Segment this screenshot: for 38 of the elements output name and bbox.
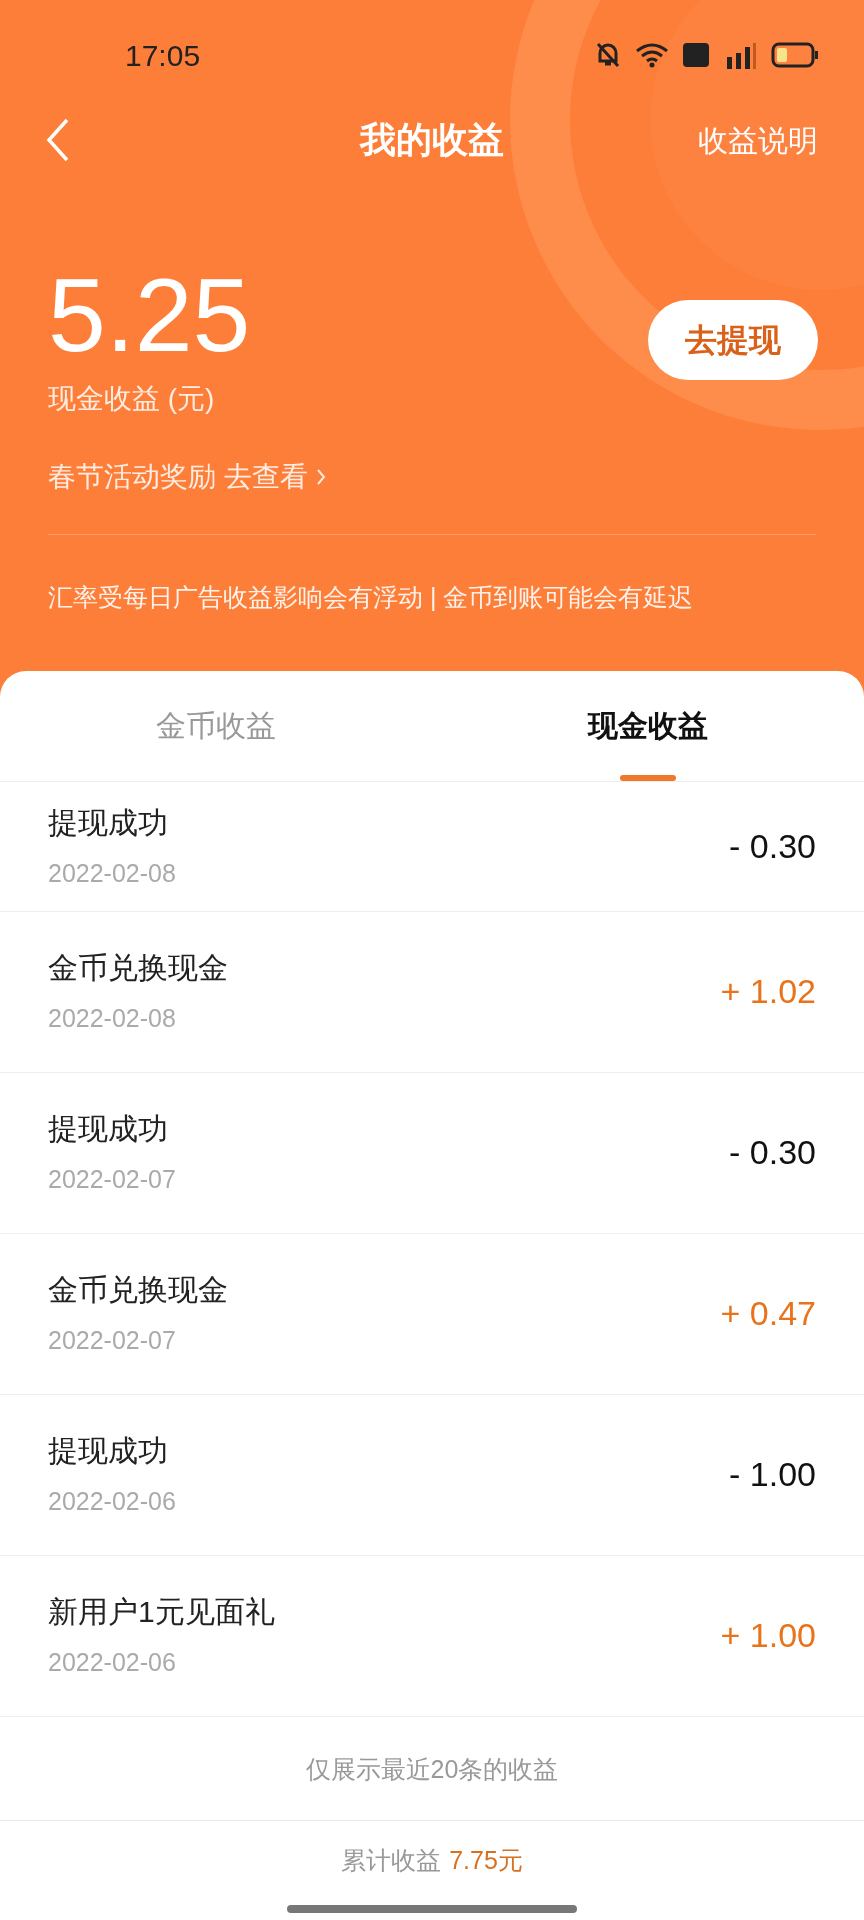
balance-amount: 5.25 [48,260,251,370]
record-date: 2022-02-06 [48,1647,177,1679]
status-time: 17:05 [125,37,201,74]
record-amount: + 1.02 [720,971,816,1012]
record-title: 金币兑换现金 [48,1272,228,1309]
total-value: 7.75元 [449,1844,523,1876]
tab[interactable]: 现金收益 [432,670,864,781]
record-date: 2022-02-07 [48,1164,176,1196]
record-title: 提现成功 [48,1433,169,1470]
promo-link[interactable]: 春节活动奖励 去查看 [48,456,308,498]
help-link[interactable]: 收益说明 [698,117,818,163]
record-amount: + 1.00 [720,1615,816,1656]
page-title: 我的收益 [360,118,504,162]
record-amount: + 0.47 [720,1293,816,1334]
record-amount: - 0.30 [729,825,816,867]
notice-text: 汇率受每日广告收益影响会有浮动 | 金币到账可能会有延迟 [47,582,695,613]
wifi-icon [635,42,669,68]
record-title: 金币兑换现金 [48,950,228,987]
tab-underline [620,774,676,781]
balance-label: 现金收益 (元) [48,382,216,416]
withdraw-button[interactable]: 去提现 [648,300,818,380]
record-amount: - 0.30 [729,1132,816,1173]
bell-off-icon [595,41,621,69]
back-icon[interactable] [46,118,70,162]
record-title: 提现成功 [48,1111,169,1148]
record-title: 提现成功 [48,804,169,841]
record-date: 2022-02-08 [48,1003,177,1035]
record-title: 新用户1元见面礼 [48,1594,275,1631]
record-amount: - 1.00 [729,1454,816,1495]
chevron-right-icon [315,468,326,486]
record-date: 2022-02-06 [48,1486,176,1518]
total-label: 累计收益 [341,1844,442,1876]
battery-icon [771,42,819,68]
home-indicator[interactable] [287,1904,577,1913]
tab[interactable]: 金币收益 [0,670,432,781]
record-date: 2022-02-08 [48,857,176,889]
record-date: 2022-02-07 [48,1325,177,1357]
list-footer-note: 仅展示最近20条的收益 [0,1716,864,1821]
